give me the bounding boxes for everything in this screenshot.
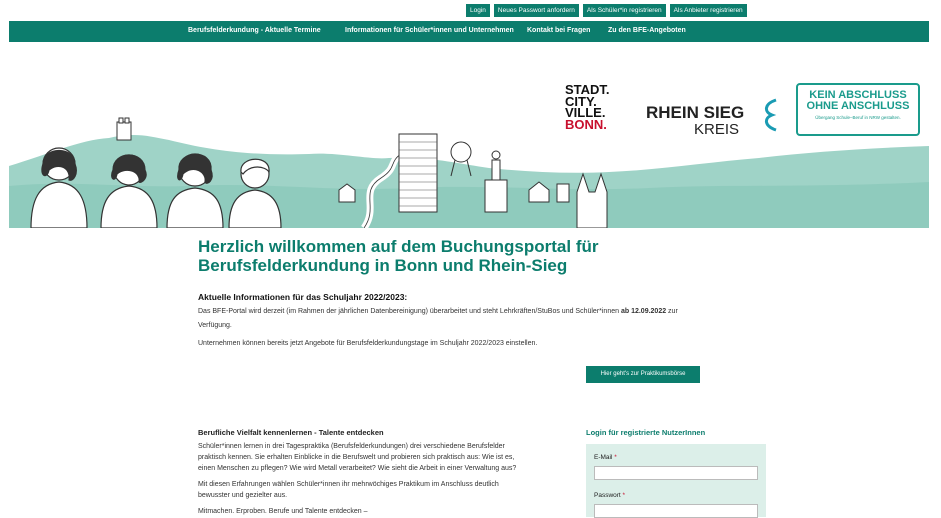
info-heading: Aktuelle Informationen für das Schuljahr… — [198, 292, 408, 302]
stadt-bonn-logo: STADT. CITY. VILLE. BONN. — [565, 82, 610, 132]
login-button[interactable]: Login — [466, 4, 490, 17]
kein-abschluss-ohne-anschluss-logo: KEIN ABSCHLUSS OHNE ANSCHLUSS Übergang S… — [796, 83, 920, 136]
main-nav: Berufsfelderkundung - Aktuelle Termine I… — [9, 21, 929, 42]
praktikumsboerse-button[interactable]: Hier geht's zur Praktikumsbörse — [586, 366, 700, 383]
city-skyline-illustration — [9, 117, 929, 228]
nav-item-informationen[interactable]: Informationen für Schüler*innen und Unte… — [345, 27, 514, 34]
nav-item-kontakt[interactable]: Kontakt bei Fragen — [527, 27, 590, 34]
section-heading: Berufliche Vielfalt kennenlernen - Talen… — [198, 428, 384, 437]
register-provider-button[interactable]: Als Anbieter registrieren — [669, 4, 747, 17]
nav-item-termine[interactable]: Berufsfelderkundung - Aktuelle Termine — [188, 27, 321, 34]
page-title: Herzlich willkommen auf dem Buchungsport… — [198, 237, 599, 275]
section-text-1c: einen Menschen zu pflegen? Wie wird Meta… — [198, 465, 517, 472]
info-text-2: Unternehmen können bereits jetzt Angebot… — [198, 340, 538, 347]
login-form: E-Mail * Passwort * — [586, 444, 766, 518]
request-password-button[interactable]: Neues Passwort anfordern — [493, 4, 579, 17]
section-text-2a: Mit diesen Erfahrungen wählen Schüler*in… — [198, 481, 499, 488]
nav-item-angebote[interactable]: Zu den BFE-Angeboten — [608, 27, 686, 34]
hero-banner — [9, 42, 929, 228]
info-text-1: Das BFE-Portal wird derzeit (im Rahmen d… — [198, 308, 678, 315]
section-text-3: Mitmachen. Erproben. Berufe und Talente … — [198, 508, 368, 515]
info-text-1-cont: Verfügung. — [198, 322, 232, 329]
password-field[interactable] — [594, 504, 758, 518]
login-heading: Login für registrierte NutzerInnen — [586, 428, 706, 437]
section-text-1b: praktisch kennen. Sie erhalten Einblicke… — [198, 454, 515, 461]
email-label: E-Mail * — [594, 454, 617, 461]
password-label: Passwort * — [594, 492, 626, 499]
email-field[interactable] — [594, 466, 758, 480]
rhein-sieg-emblem-icon — [765, 98, 777, 132]
rhein-sieg-kreis-logo: RHEIN SIEG KREIS — [646, 98, 777, 138]
top-account-bar: Login Neues Passwort anfordern Als Schül… — [466, 4, 747, 17]
section-text-1a: Schüler*innen lernen in drei Tagesprakti… — [198, 443, 505, 450]
section-text-2b: bewusster und gezielter aus. — [198, 492, 288, 499]
register-student-button[interactable]: Als Schüler*in registrieren — [582, 4, 666, 17]
